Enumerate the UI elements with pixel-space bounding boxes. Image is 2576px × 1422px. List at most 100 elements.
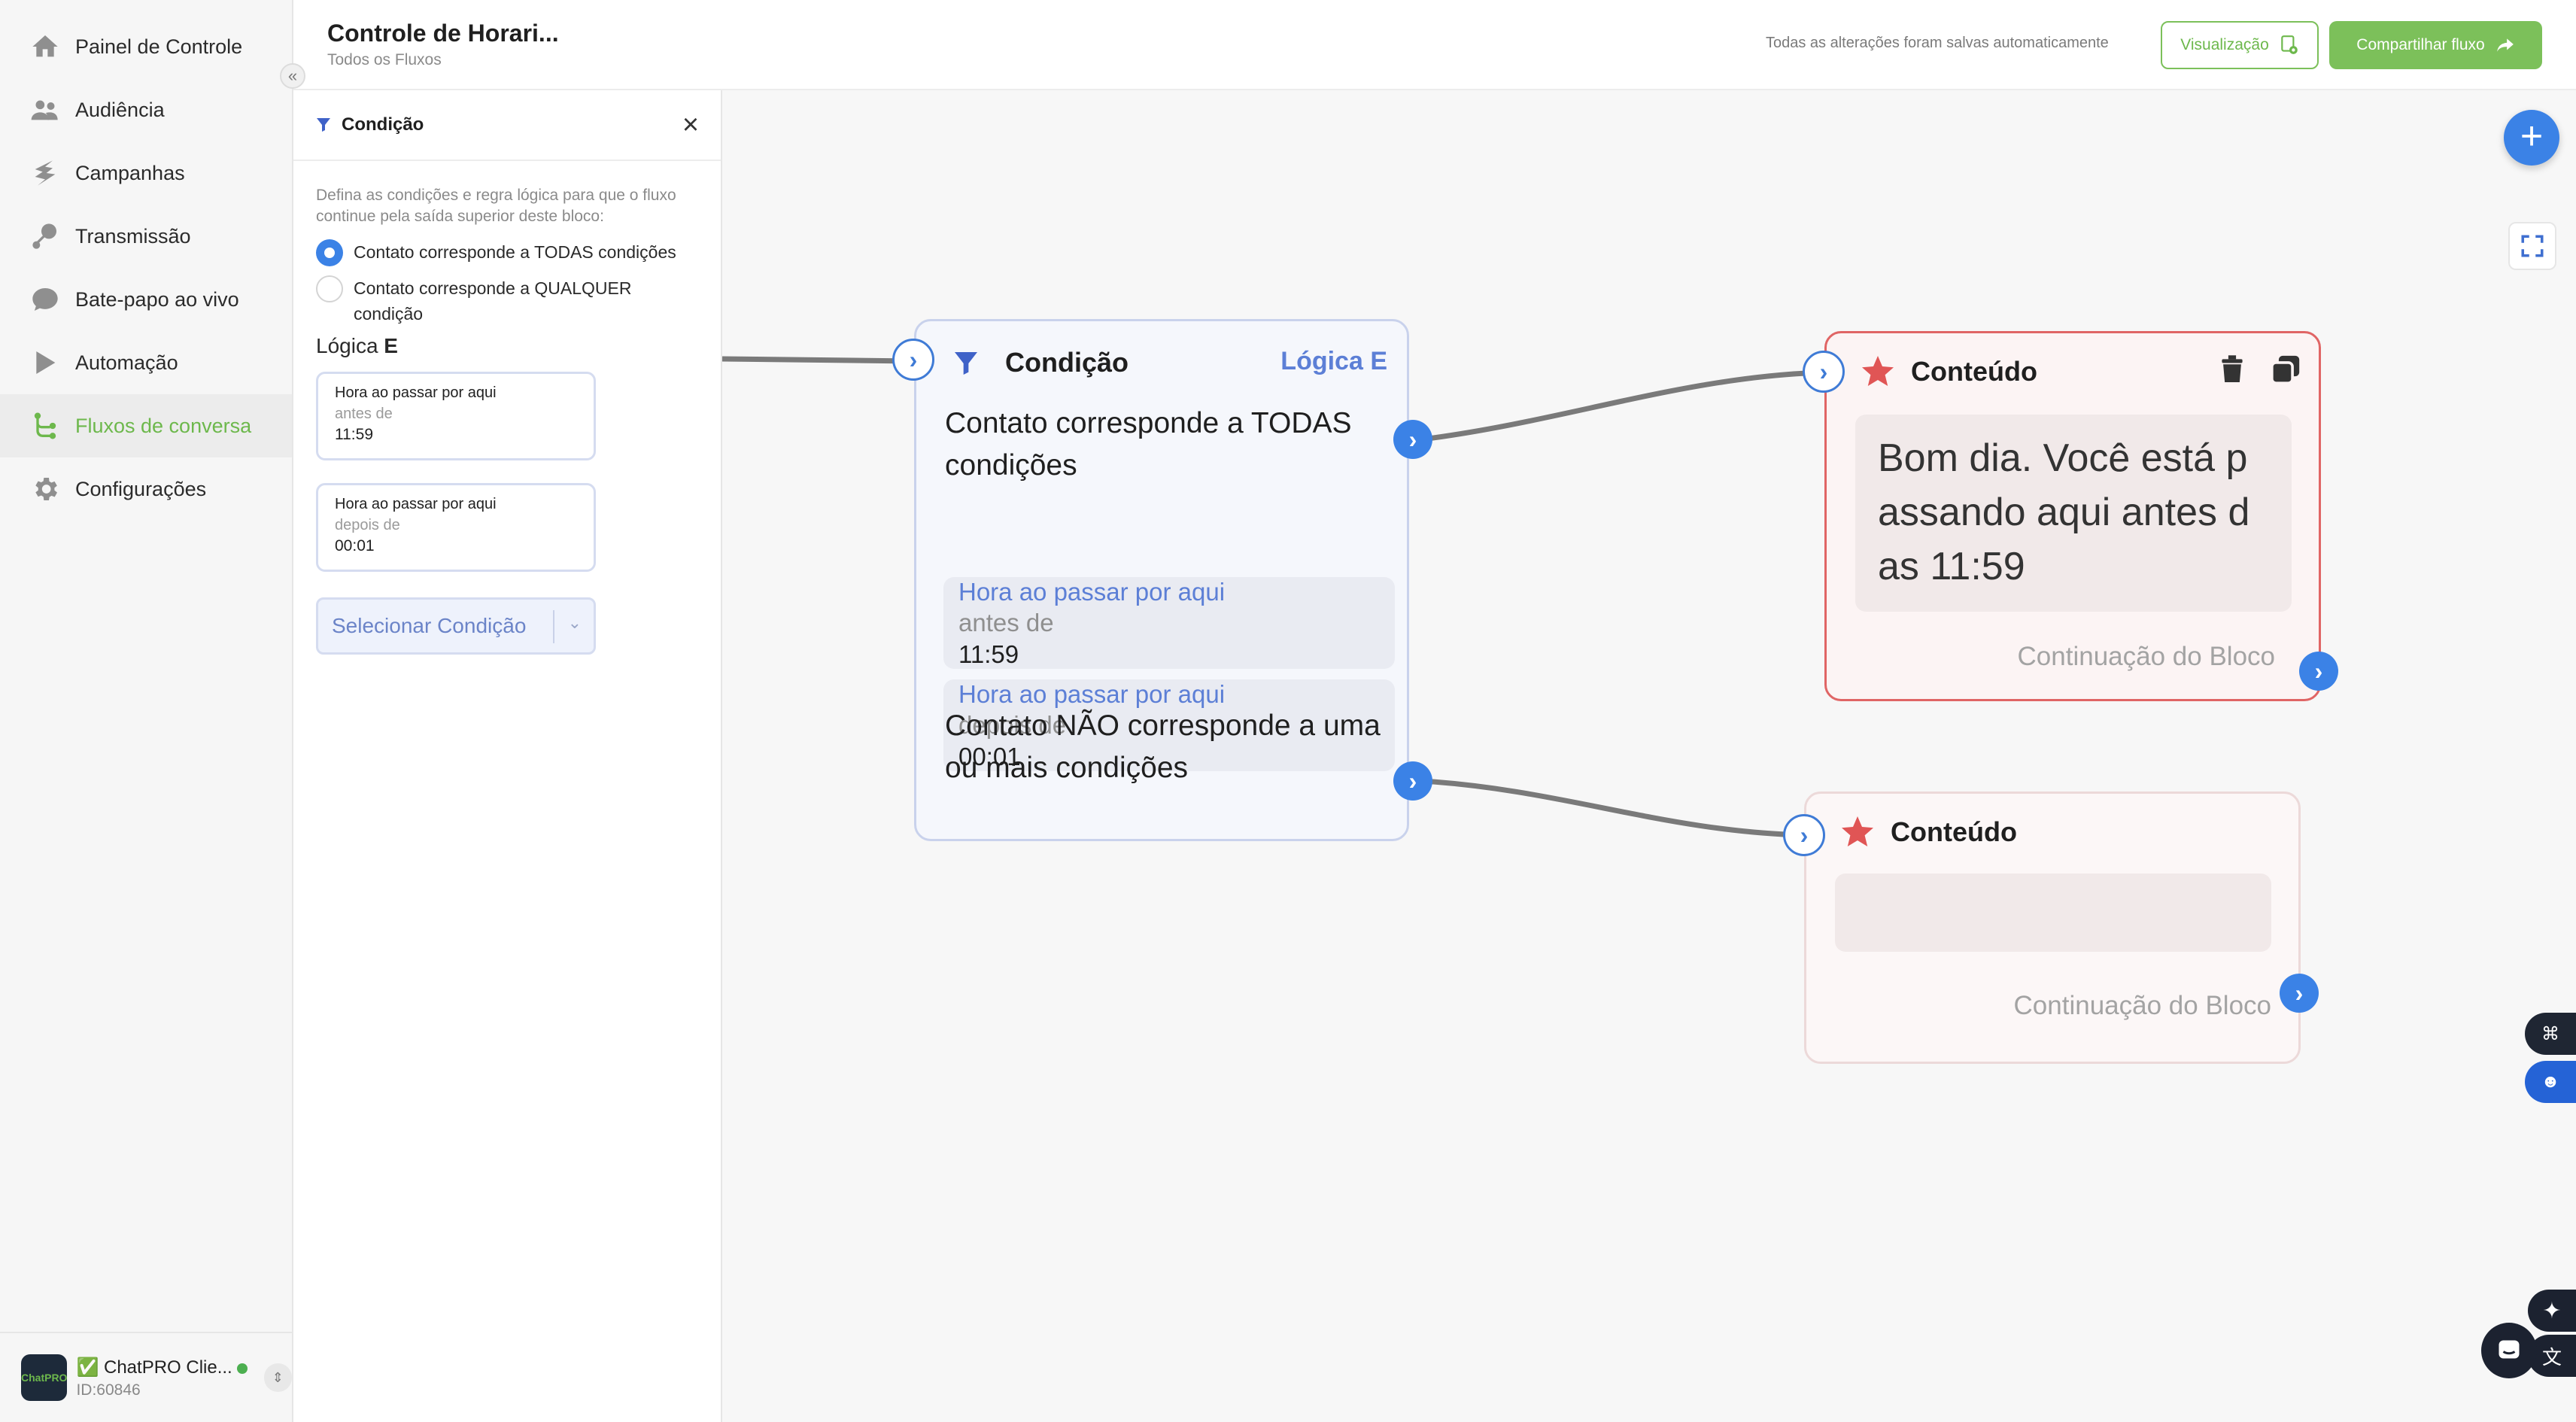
no-match-text: Contato NÃO corresponde a uma ou mais co… (945, 709, 1381, 784)
sidebar-item-painel[interactable]: Painel de Controle (0, 15, 292, 78)
edge-incoming (722, 356, 915, 364)
sidebar-item-fluxos[interactable]: Fluxos de conversa (0, 394, 292, 457)
account-info: ✅ ChatPRO Clie... ID:60846 (76, 1357, 232, 1399)
radio-selected-icon[interactable] (316, 239, 343, 266)
condition-input-port[interactable]: › (892, 339, 934, 381)
sidebar-item-campanhas[interactable]: Campanhas (0, 141, 292, 205)
close-icon[interactable]: × (677, 111, 704, 139)
content1-input-port[interactable]: › (1803, 351, 1845, 393)
condition-value: 11:59 (335, 426, 373, 443)
sidebar-item-configuracoes[interactable]: Configurações (0, 457, 292, 521)
edge-false (1421, 778, 1805, 838)
share-flow-button[interactable]: Compartilhar fluxo (2329, 21, 2542, 69)
content-node-title: Conteúdo (1891, 816, 2017, 847)
panel-header: Condição × (293, 90, 721, 161)
select-condition-dropdown[interactable]: Selecionar Condição ⌄ (316, 597, 596, 655)
account-switch-icon[interactable]: ⇕ (263, 1363, 292, 1392)
radio-match-any[interactable]: Contato corresponde a QUALQUER condição (316, 275, 698, 327)
preview-icon (2280, 35, 2298, 54)
autosave-status: Todas as alterações foram salvas automat… (1766, 35, 2109, 51)
share-label: Compartilhar fluxo (2356, 36, 2485, 53)
breadcrumb[interactable]: Todos os Fluxos (327, 51, 442, 69)
content-node[interactable]: Conteúdo Continuação do Bloco (1804, 792, 2301, 1064)
users-icon (30, 95, 60, 125)
header: Controle de Horari... Todos os Fluxos To… (293, 0, 2576, 90)
collapse-sidebar-button[interactable]: « (280, 63, 305, 89)
condition-panel: Condição × Defina as condições e regra l… (293, 90, 722, 1422)
add-block-button[interactable]: + (2504, 110, 2559, 166)
chevron-down-icon[interactable]: ⌄ (568, 613, 582, 633)
sidebar-item-label: Transmissão (75, 224, 191, 248)
radio-match-all[interactable]: Contato corresponde a TODAS condições (316, 239, 698, 266)
message-bubble[interactable] (1835, 874, 2271, 952)
continuation-label: Continuação do Bloco (2013, 991, 2271, 1020)
account-switcher[interactable]: ChatPRO ✅ ChatPRO Clie... ID:60846 ⇕ (0, 1332, 292, 1422)
condition-node[interactable]: Condição Lógica E Contato corresponde a … (914, 319, 1409, 841)
select-divider (553, 610, 554, 643)
condition-chip: Hora ao passar por aqui antes de 11:59 (943, 577, 1395, 669)
sidebar-item-label: Automação (75, 351, 178, 374)
gear-icon (30, 474, 60, 504)
page-title[interactable]: Controle de Horari... (327, 20, 559, 47)
message-text (1835, 874, 2271, 907)
sidebar-item-label: Audiência (75, 98, 165, 121)
chip-value: 11:59 (958, 640, 1019, 668)
account-id: ID:60846 (76, 1381, 141, 1399)
content2-output-port[interactable]: › (2280, 974, 2319, 1013)
campaigns-icon (30, 158, 60, 188)
content-node[interactable]: Conteúdo Bom dia. Você está passando aqu… (1824, 331, 2321, 701)
message-text: Bom dia. Você está passando aqui antes d… (1878, 436, 2250, 588)
sidebar-item-automacao[interactable]: Automação (0, 331, 292, 394)
account-logo: ChatPRO (21, 1354, 68, 1401)
preview-button[interactable]: Visualização (2161, 21, 2319, 69)
filter-icon (317, 118, 330, 132)
match-all-text: Contato corresponde a TODAS condições (945, 407, 1352, 482)
fullscreen-icon[interactable] (2508, 222, 2556, 270)
condition-true-output-port[interactable]: › (1393, 420, 1432, 459)
flow-icon (30, 411, 60, 441)
bot-icon[interactable]: ☻ (2525, 1061, 2576, 1103)
sidebar-item-transmissao[interactable]: Transmissão (0, 205, 292, 268)
condition-node-title: Condição (1005, 347, 1129, 378)
filter-icon (955, 352, 977, 375)
radio-label: Contato corresponde a TODAS condições (354, 242, 676, 262)
preview-label: Visualização (2180, 36, 2269, 53)
condition-card[interactable]: Hora ao passar por aqui antes de 11:59 (316, 372, 596, 460)
sidebar: Painel de Controle Audiência Campanhas T… (0, 0, 293, 1422)
help-chat-icon[interactable] (2481, 1323, 2537, 1378)
sidebar-item-label: Fluxos de conversa (75, 414, 252, 437)
chip-operator: antes de (958, 609, 1054, 637)
content-node-title: Conteúdo (1911, 356, 2037, 387)
automation-icon (30, 348, 60, 378)
content1-output-port[interactable]: › (2299, 652, 2338, 691)
condition-value: 00:01 (335, 537, 375, 555)
account-name: ✅ ChatPRO Clie... (76, 1357, 232, 1378)
flow-canvas[interactable]: Condição Lógica E Contato corresponde a … (722, 90, 2576, 1422)
select-placeholder: Selecionar Condição (332, 614, 527, 637)
continuation-label: Continuação do Bloco (2017, 642, 2275, 671)
condition-operator: depois de (335, 517, 400, 533)
sidebar-item-label: Configurações (75, 477, 207, 500)
sidebar-nav: Painel de Controle Audiência Campanhas T… (0, 15, 292, 521)
online-status-dot (236, 1363, 248, 1374)
sidebar-item-audiencia[interactable]: Audiência (0, 78, 292, 141)
condition-field: Hora ao passar por aqui (335, 496, 497, 512)
sidebar-item-label: Bate-papo ao vivo (75, 287, 239, 311)
trash-icon[interactable] (2219, 354, 2248, 386)
radio-unselected-icon[interactable] (316, 275, 343, 302)
node-actions (2219, 354, 2300, 386)
share-icon (2496, 38, 2514, 52)
sidebar-item-bate-papo[interactable]: Bate-papo ao vivo (0, 268, 292, 331)
condition-field: Hora ao passar por aqui (335, 384, 497, 401)
content2-input-port[interactable]: › (1783, 814, 1825, 856)
chat-icon (30, 284, 60, 314)
condition-false-output-port[interactable]: › (1393, 761, 1432, 801)
shortcuts-icon[interactable]: ⌘ (2525, 1013, 2576, 1055)
condition-card[interactable]: Hora ao passar por aqui depois de 00:01 (316, 483, 596, 572)
app-root: Painel de Controle Audiência Campanhas T… (0, 0, 2576, 1422)
panel-title: Condição (342, 114, 424, 135)
home-icon (30, 32, 60, 62)
duplicate-icon[interactable] (2271, 354, 2300, 386)
sparkle-icon[interactable]: ✦ (2528, 1290, 2576, 1332)
message-bubble[interactable]: Bom dia. Você está passando aqui antes d… (1855, 415, 2292, 612)
